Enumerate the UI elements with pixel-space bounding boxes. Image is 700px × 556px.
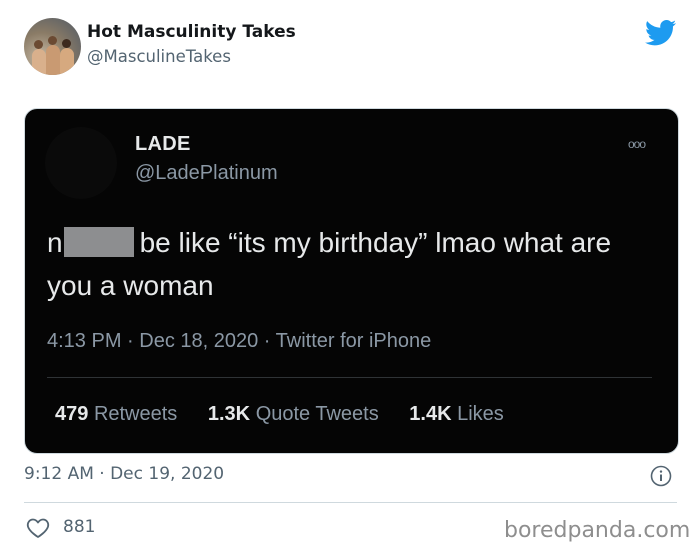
embedded-tweet-screenshot: LADE @LadePlatinum ooo n be like “its my …: [24, 108, 679, 454]
avatar-figure-head: [62, 39, 71, 48]
quote-tweets-count: 1.3K: [207, 403, 251, 425]
avatar-figure: [60, 48, 74, 75]
embedded-tweet-meta: 4:13 PM · Dec 18, 2020 · Twitter for iPh…: [47, 330, 432, 352]
retweets-label: Retweets: [93, 403, 178, 425]
heart-icon[interactable]: [26, 517, 50, 539]
likes-stat: 1.4K Likes: [409, 403, 504, 425]
tweet-timestamp[interactable]: 9:12 AM · Dec 19, 2020: [24, 464, 224, 484]
tweet-card: Hot Masculinity Takes @MasculineTakes LA…: [0, 0, 700, 556]
avatar-figure-head: [48, 36, 57, 45]
avatar-figure: [46, 45, 60, 75]
like-count: 881: [63, 517, 96, 537]
censor-bar: [63, 227, 134, 257]
twitter-bird-icon[interactable]: [645, 20, 677, 46]
divider: [47, 377, 652, 378]
embedded-avatar: [45, 127, 117, 199]
info-icon[interactable]: [650, 465, 672, 487]
embedded-author-handle: @LadePlatinum: [135, 162, 278, 184]
quote-tweets-label: Quote Tweets: [255, 403, 379, 425]
embedded-text-prefix: n: [47, 227, 63, 258]
more-options-icon: ooo: [628, 137, 646, 151]
retweets-stat: 479 Retweets: [55, 403, 177, 425]
avatar-figure: [32, 49, 46, 75]
likes-label: Likes: [457, 403, 504, 425]
retweets-count: 479: [55, 403, 89, 425]
author-handle[interactable]: @MasculineTakes: [87, 47, 231, 66]
quote-tweets-stat: 1.3K Quote Tweets: [208, 403, 379, 425]
divider: [24, 502, 677, 503]
likes-count: 1.4K: [409, 403, 452, 425]
embedded-tweet-stats: 479 Retweets 1.3K Quote Tweets 1.4K Like…: [55, 403, 529, 426]
embedded-tweet-text: n be like “its my birthday” lmao what are…: [47, 221, 659, 307]
watermark: boredpanda.com: [504, 518, 691, 543]
avatar-figure-head: [34, 40, 43, 49]
embedded-author-name: LADE: [135, 133, 191, 155]
author-name[interactable]: Hot Masculinity Takes: [87, 22, 296, 42]
avatar[interactable]: [24, 18, 81, 75]
